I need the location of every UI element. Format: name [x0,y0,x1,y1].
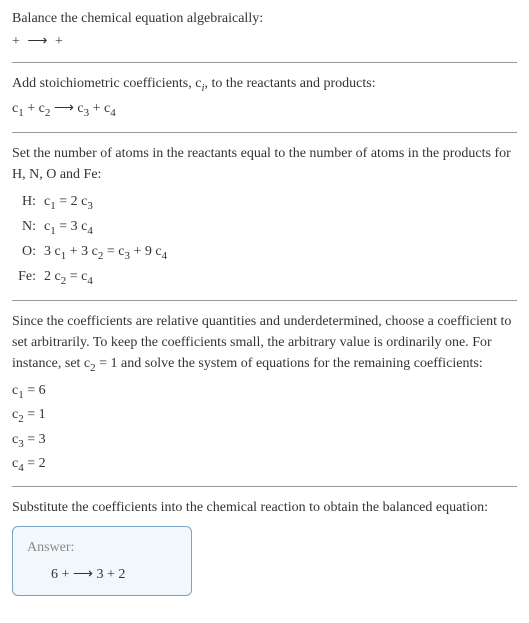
t: = [66,269,81,284]
t: 2 [44,269,55,284]
arrow-icon: ⟶ [27,31,47,52]
step1-section: Add stoichiometric coefficients, ci, to … [12,73,517,122]
step1-text: Add stoichiometric coefficients, ci, to … [12,73,517,96]
atom-eq-fe: 2 c2 = c4 [44,266,517,289]
coef-c2: c2 = 1 [12,404,517,427]
t: 4 [162,250,168,262]
divider [12,132,517,133]
coef-c3: c3 = 3 [12,429,517,452]
reactant-plus: + [12,34,23,49]
product-plus: + [51,34,62,49]
step4-section: Substitute the coefficients into the che… [12,497,517,596]
t: = 3 [24,432,46,447]
coef-c1: c1 = 6 [12,380,517,403]
intro-section: Balance the chemical equation algebraica… [12,8,517,52]
t: = 2 [56,194,81,209]
atom-table: H: c1 = 2 c3 N: c1 = 3 c4 O: 3 c1 + 3 c2… [16,191,517,290]
answer-equation: 6 + ⟶ 3 + 2 [27,564,177,585]
atom-row-h: H: c1 = 2 c3 [16,191,517,214]
atom-eq-n: c1 = 3 c4 [44,216,517,239]
atom-eq-o: 3 c1 + 3 c2 = c3 + 9 c4 [44,241,517,264]
intro-equation: + ⟶ + [12,31,517,52]
step1-equation: c1 + c2 ⟶ c3 + c4 [12,98,517,121]
plus1: + [24,101,39,116]
t: 4 [87,275,93,287]
step2-section: Set the number of atoms in the reactants… [12,143,517,290]
t: = 2 [24,456,46,471]
t: = 3 [56,219,81,234]
t: = 1 [24,407,46,422]
t: = 6 [24,383,46,398]
atom-label-o: O: [16,241,44,262]
coef-c4: c4 = 2 [12,453,517,476]
coefficient-list: c1 = 6 c2 = 1 c3 = 3 c4 = 2 [12,380,517,476]
atom-row-o: O: 3 c1 + 3 c2 = c3 + 9 c4 [16,241,517,264]
c4-sub: 4 [110,107,116,119]
answer-box: Answer: 6 + ⟶ 3 + 2 [12,526,192,596]
answer-label: Answer: [27,537,177,558]
step1-text-a: Add stoichiometric coefficients, [12,76,195,91]
divider [12,486,517,487]
step3-text: Since the coefficients are relative quan… [12,311,517,376]
atom-row-fe: Fe: 2 c2 = c4 [16,266,517,289]
t: = [103,244,118,259]
divider [12,62,517,63]
atom-label-n: N: [16,216,44,237]
atom-label-h: H: [16,191,44,212]
atom-row-n: N: c1 = 3 c4 [16,216,517,239]
step4-text: Substitute the coefficients into the che… [12,497,517,518]
step2-text: Set the number of atoms in the reactants… [12,143,517,185]
ci-var: ci [195,76,204,91]
step1-text-b: , to the reactants and products: [205,76,376,91]
divider [12,300,517,301]
step3-text-b: = 1 and solve the system of equations fo… [96,356,483,371]
t: 3 [87,199,93,211]
t: 3 [44,244,55,259]
atom-label-fe: Fe: [16,266,44,287]
intro-text: Balance the chemical equation algebraica… [12,8,517,29]
arrow-icon: ⟶ [50,101,77,116]
t: + 9 [130,244,155,259]
step3-section: Since the coefficients are relative quan… [12,311,517,476]
t: + 3 [66,244,91,259]
atom-eq-h: c1 = 2 c3 [44,191,517,214]
plus2: + [89,101,104,116]
t: 4 [87,225,93,237]
